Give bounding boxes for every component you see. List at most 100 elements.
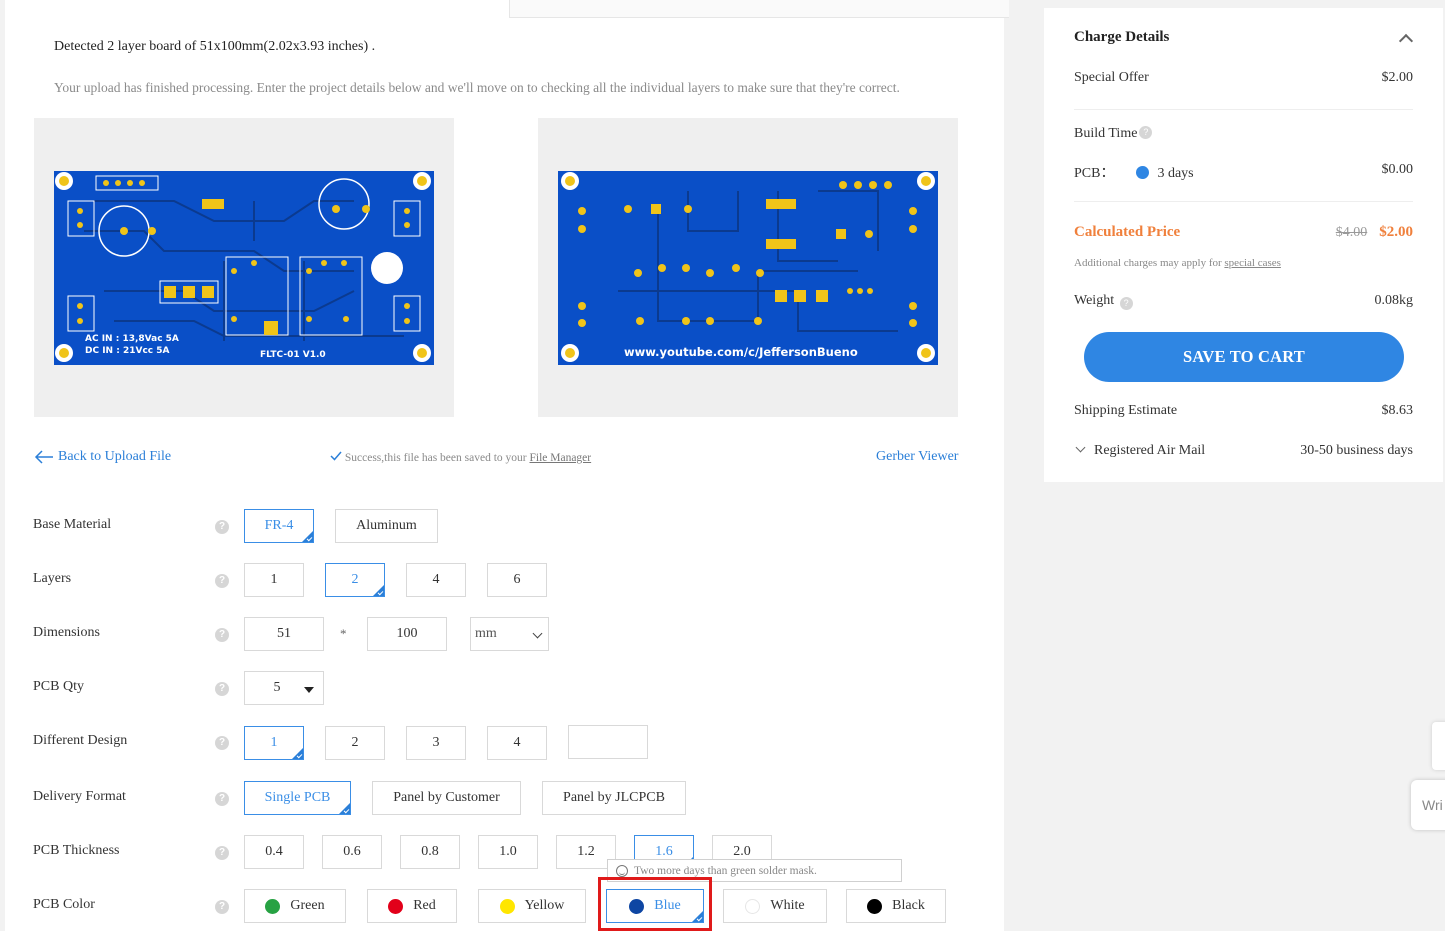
help-icon[interactable]: ? — [215, 900, 229, 914]
layers-option-1[interactable]: 1 — [244, 563, 304, 597]
color-option-green[interactable]: Green — [244, 889, 346, 923]
front-label-model: FLTC-01 V1.0 — [260, 350, 326, 360]
pcb-qty-label: PCB Qty — [33, 679, 84, 694]
color-label-red: Red — [413, 898, 436, 913]
layers-option-4[interactable]: 4 — [406, 563, 466, 597]
calculated-price-label: Calculated Price — [1074, 224, 1181, 240]
base-material-aluminum[interactable]: Aluminum — [335, 509, 438, 543]
chevron-up-icon[interactable] — [1398, 33, 1414, 49]
pcb-front-preview: AC IN : 13,8Vac 5A DC IN : 21Vcc 5A FLTC… — [34, 118, 454, 417]
dimension-unit-value: mm — [475, 626, 497, 641]
thickness-0-4[interactable]: 0.4 — [244, 835, 304, 869]
thickness-1-0[interactable]: 1.0 — [478, 835, 538, 869]
color-option-red[interactable]: Red — [367, 889, 457, 923]
delivery-format-label: Delivery Format — [33, 789, 126, 804]
old-price: $4.00 — [1335, 225, 1368, 240]
help-icon[interactable]: ? — [215, 628, 229, 642]
layers-label: Layers — [33, 571, 72, 586]
dimension-height-input[interactable]: 100 — [367, 617, 447, 651]
pcb-qty-select[interactable]: 5 — [244, 671, 324, 705]
design-option-4[interactable]: 4 — [487, 726, 547, 760]
pcb-qty-value: 5 — [273, 680, 281, 695]
layers-option-2[interactable]: 2 — [325, 563, 385, 597]
gerber-viewer-link[interactable]: Gerber Viewer — [876, 449, 958, 465]
dimensions-label: Dimensions — [33, 625, 100, 640]
white-swatch — [745, 898, 761, 914]
help-icon[interactable]: ? — [215, 846, 229, 860]
delivery-panel-by-jlcpcb[interactable]: Panel by JLCPCB — [542, 781, 686, 815]
new-price: $2.00 — [1379, 224, 1413, 240]
processing-message: Your upload has finished processing. Ent… — [54, 80, 900, 95]
dimension-unit-select[interactable]: mm — [470, 617, 549, 651]
note-text: Additional charges may apply for — [1074, 257, 1222, 269]
help-icon[interactable]: ? — [215, 792, 229, 806]
special-offer-value: $2.00 — [1381, 70, 1414, 85]
back-label-url: www.youtube.com/c/JeffersonBueno — [624, 345, 858, 359]
help-icon[interactable]: ? — [215, 520, 229, 534]
design-option-3[interactable]: 3 — [406, 726, 466, 760]
pcb-build-option: 3 days — [1157, 166, 1194, 181]
delivery-panel-by-customer[interactable]: Panel by Customer — [372, 781, 521, 815]
design-custom-input[interactable] — [568, 725, 648, 759]
tooltip-text: Two more days than green solder mask. — [634, 864, 817, 877]
floating-tab[interactable] — [1432, 722, 1445, 770]
color-option-black[interactable]: Black — [846, 889, 946, 923]
weight-row: Weight ? 0.08kg — [1074, 293, 1413, 310]
design-option-1[interactable]: 1 — [244, 726, 304, 760]
chat-widget[interactable]: Wri — [1411, 780, 1445, 830]
dimension-separator: * — [340, 626, 347, 641]
shipping-estimate-row: Shipping Estimate $8.63 — [1074, 403, 1413, 419]
pcb-build-value: $0.00 — [1381, 162, 1414, 177]
divider — [1074, 109, 1413, 110]
help-icon[interactable]: ? — [215, 574, 229, 588]
red-swatch — [388, 898, 404, 914]
special-cases-link[interactable]: special cases — [1224, 257, 1281, 269]
color-label-white: White — [770, 898, 805, 913]
pcb-back-image: www.youtube.com/c/JeffersonBueno — [558, 171, 938, 365]
back-link-label: Back to Upload File — [58, 449, 172, 464]
thickness-0-8[interactable]: 0.8 — [400, 835, 460, 869]
design-option-2[interactable]: 2 — [325, 726, 385, 760]
pcb-color-label: PCB Color — [33, 897, 95, 912]
build-time-label: Build Time — [1074, 126, 1138, 141]
pcb-front-image: AC IN : 13,8Vac 5A DC IN : 21Vcc 5A FLTC… — [54, 171, 434, 365]
help-icon[interactable]: ? — [215, 736, 229, 750]
shipping-method-row[interactable]: Registered Air Mail 30-50 business days — [1074, 442, 1413, 459]
charge-details-title: Charge Details — [1074, 29, 1170, 45]
back-to-upload-link[interactable]: Back to Upload File — [34, 449, 171, 465]
special-offer-row: Special Offer $2.00 — [1074, 70, 1413, 86]
smile-icon — [616, 864, 628, 877]
help-icon[interactable]: ? — [1119, 297, 1133, 310]
layers-option-6[interactable]: 6 — [487, 563, 547, 597]
delivery-single-pcb[interactable]: Single PCB — [244, 781, 351, 815]
file-manager-link[interactable]: File Manager — [529, 452, 591, 464]
dimension-width-input[interactable]: 51 — [244, 617, 324, 651]
weight-value: 0.08kg — [1374, 293, 1414, 308]
front-label-dc: DC IN : 21Vcc 5A — [85, 346, 170, 356]
base-material-label: Base Material — [33, 517, 112, 532]
save-to-cart-button[interactable]: SAVE TO CART — [1084, 332, 1404, 382]
help-icon[interactable]: ? — [1139, 126, 1153, 139]
radio-selected-icon[interactable] — [1136, 166, 1150, 179]
color-label-black: Black — [892, 898, 925, 913]
pcb-build-row: PCB： 3 days $0.00 — [1074, 162, 1413, 182]
color-option-blue[interactable]: Blue — [606, 889, 704, 923]
base-material-fr4[interactable]: FR-4 — [244, 509, 314, 543]
color-option-white[interactable]: White — [723, 889, 827, 923]
color-option-yellow[interactable]: Yellow — [478, 889, 586, 923]
help-icon[interactable]: ? — [215, 682, 229, 696]
thickness-0-6[interactable]: 0.6 — [322, 835, 382, 869]
blue-swatch — [629, 898, 645, 914]
special-offer-label: Special Offer — [1074, 70, 1149, 85]
arrow-left-icon — [34, 450, 53, 464]
color-label-blue: Blue — [654, 898, 681, 913]
pcb-thickness-label: PCB Thickness — [33, 843, 120, 858]
pcb-build-label: PCB： — [1074, 166, 1115, 181]
chevron-down-icon — [1075, 442, 1086, 453]
success-label: Success,this file has been saved to your — [344, 452, 527, 464]
shipping-label: Shipping Estimate — [1074, 403, 1178, 418]
different-design-label: Different Design — [33, 733, 128, 748]
chat-widget-text: Wri — [1422, 797, 1443, 813]
check-icon — [330, 451, 342, 461]
black-swatch — [867, 898, 883, 914]
